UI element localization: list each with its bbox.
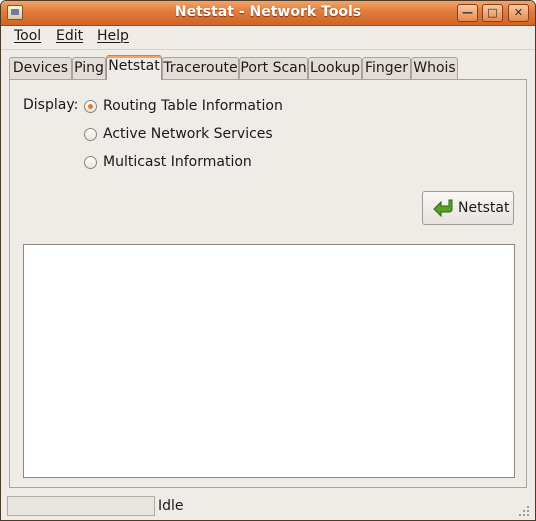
window-title: Netstat - Network Tools (174, 4, 362, 20)
tab-devices[interactable]: Devices (9, 57, 72, 79)
active-services-label[interactable]: Active Network Services (103, 126, 273, 142)
netstat-button[interactable]: Netstat (422, 191, 514, 225)
tab-lookup[interactable]: Lookup (308, 57, 362, 79)
close-button[interactable]: ✕ (508, 4, 529, 22)
tab-finger[interactable]: Finger (362, 57, 411, 79)
menu-bar: Tool Edit Help (1, 25, 535, 50)
title-bar[interactable]: Netstat - Network Tools — □ ✕ (1, 1, 535, 26)
green-return-arrow-icon (433, 199, 453, 218)
display-label: Display: (23, 97, 79, 113)
netstat-panel: Display: Routing Table Information Activ… (9, 79, 527, 488)
maximize-icon: □ (487, 6, 498, 19)
netstat-output-area[interactable] (23, 244, 515, 478)
status-bar: Idle (1, 494, 535, 520)
routing-table-radio[interactable] (84, 100, 97, 113)
menu-tool[interactable]: Tool (14, 28, 41, 44)
tab-port-scan[interactable]: Port Scan (239, 57, 308, 79)
routing-table-label[interactable]: Routing Table Information (103, 98, 283, 114)
maximize-button[interactable]: □ (482, 4, 503, 22)
progress-bar (7, 496, 155, 516)
close-icon: ✕ (513, 6, 524, 19)
menu-edit[interactable]: Edit (56, 28, 83, 44)
multicast-radio[interactable] (84, 156, 97, 169)
active-services-radio[interactable] (84, 128, 97, 141)
minimize-icon: — (462, 6, 473, 19)
tab-traceroute[interactable]: Traceroute (162, 57, 239, 79)
minimize-button[interactable]: — (457, 4, 478, 22)
network-tools-window: Netstat - Network Tools — □ ✕ Tool Edit … (0, 0, 536, 521)
tab-netstat[interactable]: Netstat (106, 55, 162, 80)
menu-help[interactable]: Help (97, 28, 129, 44)
resize-grip-icon[interactable] (517, 504, 529, 516)
multicast-label[interactable]: Multicast Information (103, 154, 252, 170)
netstat-button-label: Netstat (458, 200, 510, 216)
tab-ping[interactable]: Ping (72, 57, 106, 79)
tab-whois[interactable]: Whois (411, 57, 458, 79)
status-text: Idle (158, 498, 184, 514)
